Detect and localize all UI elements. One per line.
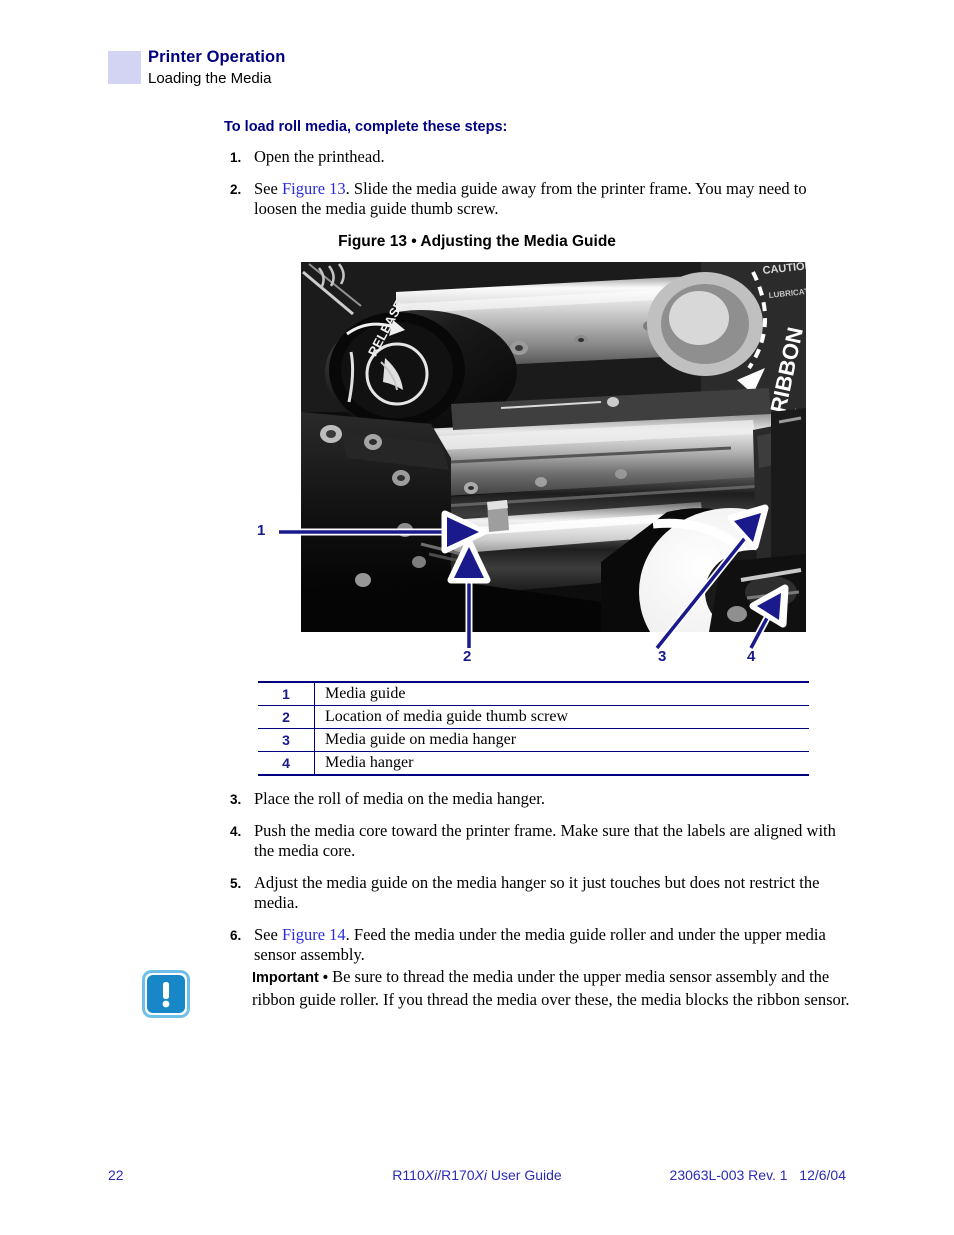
step-text: Place the roll of media on the media han… — [254, 789, 545, 808]
step-text: Adjust the media guide on the media hang… — [254, 872, 820, 913]
callout-label-4: 4 — [747, 648, 756, 665]
footer-guide-model-1: Xi — [424, 1167, 438, 1183]
callout-label-3: 3 — [658, 648, 667, 665]
procedure-steps-before-figure: 1. Open the printhead. 2. See Figure 13. Sl… — [224, 147, 848, 231]
page-header: Printer Operation Loading the Media — [108, 48, 868, 94]
procedure-step: 6. See Figure 14. Feed the media under th… — [224, 925, 848, 966]
step-number: 1. — [230, 150, 242, 165]
step-number: 6. — [230, 927, 242, 943]
legend-key: 2 — [258, 705, 315, 729]
page-footer: 22 R110Xi/R170Xi User Guide 23063L-003 R… — [0, 1167, 954, 1189]
step-text: See — [254, 178, 282, 198]
step-text: Push the media core toward the printer f… — [254, 820, 836, 861]
legend-row: 1 Media guide — [258, 681, 809, 706]
header-color-swatch — [108, 51, 141, 84]
step-number: 2. — [230, 181, 242, 197]
figure-13-image: RELEASE RIBBON CAUTION LUBRICATE — [301, 262, 806, 632]
footer-date: 12/6/04 — [799, 1167, 846, 1183]
procedure-step: 3. Place the roll of media on the media h… — [224, 789, 848, 810]
important-note-text: Important • Be sure to thread the media … — [252, 966, 850, 1010]
step-text: Open the printhead. — [254, 147, 385, 166]
section-heading: To load roll media, complete these steps… — [224, 119, 508, 135]
footer-guide-post: User Guide — [487, 1167, 562, 1183]
footer-guide-pre: R110 — [392, 1167, 425, 1183]
figure-cross-reference[interactable]: Figure 13 — [282, 179, 346, 198]
legend-row: 3 Media guide on media hanger — [258, 728, 809, 752]
legend-value: Location of media guide thumb screw — [314, 705, 809, 729]
procedure-step: 1. Open the printhead. — [224, 147, 848, 168]
legend-value: Media guide — [314, 681, 809, 706]
callout-label-2: 2 — [463, 648, 472, 665]
footer-part-number: 23063L-003 Rev. 1 12/6/04 — [670, 1167, 846, 1183]
page-header-subtitle: Loading the Media — [148, 70, 272, 87]
step-number: 3. — [230, 792, 242, 807]
legend-value: Media hanger — [314, 751, 809, 776]
step-number: 5. — [230, 875, 242, 891]
procedure-step: 4. Push the media core toward the printer… — [224, 821, 848, 862]
printer-mechanism-photograph: RELEASE RIBBON CAUTION LUBRICATE — [301, 262, 806, 632]
procedure-steps-after-figure: 3. Place the roll of media on the media h… — [224, 789, 848, 977]
figure-cross-reference[interactable]: Figure 14 — [282, 925, 346, 944]
legend-row: 2 Location of media guide thumb screw — [258, 705, 809, 729]
important-note-body: Be sure to thread the media under the up… — [252, 967, 850, 1009]
legend-key: 1 — [258, 681, 315, 706]
footer-partno-value: 23063L-003 Rev. 1 — [669, 1167, 788, 1183]
important-note-lead: Important • — [252, 970, 328, 986]
step-number: 4. — [230, 823, 242, 839]
legend-value: Media guide on media hanger — [314, 728, 809, 752]
step-text: See — [254, 924, 282, 944]
procedure-step: 5. Adjust the media guide on the media ha… — [224, 873, 848, 914]
important-exclamation-icon — [142, 970, 190, 1018]
figure-legend-table: 1 Media guide 2 Location of media guide thu… — [258, 681, 809, 776]
figure-caption: Figure 13 • Adjusting the Media Guide — [338, 233, 616, 250]
legend-key: 3 — [258, 728, 315, 752]
callout-label-1: 1 — [257, 522, 266, 539]
footer-guide-model-2: Xi — [474, 1167, 487, 1183]
page-header-title: Printer Operation — [148, 48, 286, 66]
footer-guide-mid: /R170 — [437, 1167, 475, 1183]
procedure-step: 2. See Figure 13. Slide the media guide a… — [224, 179, 848, 220]
legend-key: 4 — [258, 751, 315, 776]
legend-row: 4 Media hanger — [258, 751, 809, 776]
